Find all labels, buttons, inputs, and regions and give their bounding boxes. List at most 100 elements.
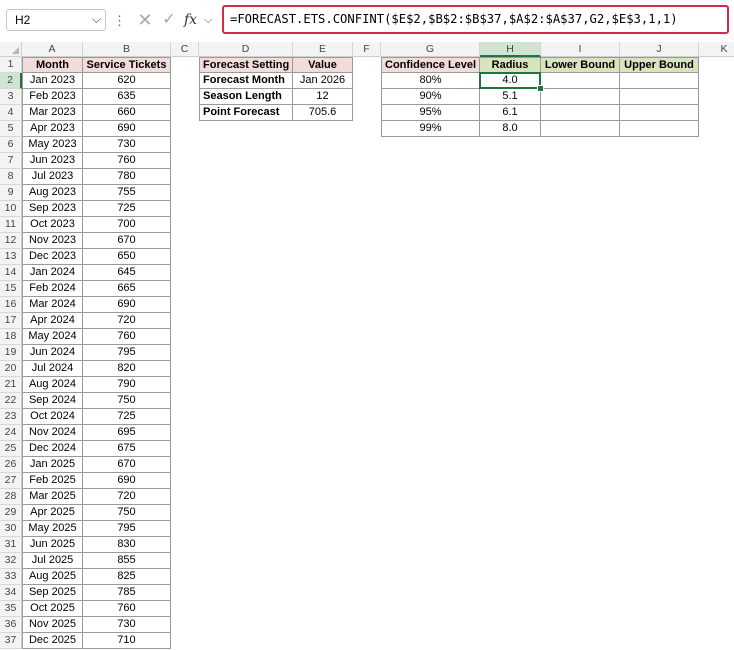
table_confint-header-0[interactable]: Confidence Level xyxy=(381,57,480,73)
select-all-button[interactable] xyxy=(0,42,22,57)
table_main-cell[interactable]: 855 xyxy=(83,553,171,569)
table_main-cell[interactable]: Jan 2025 xyxy=(22,457,83,473)
table_settings-header-1[interactable]: Value xyxy=(293,57,353,73)
table_settings-cell[interactable]: 12 xyxy=(293,89,353,105)
row-header-5[interactable]: 5 xyxy=(0,121,22,137)
row-header-28[interactable]: 28 xyxy=(0,489,22,505)
row-header-23[interactable]: 23 xyxy=(0,409,22,425)
row-header-11[interactable]: 11 xyxy=(0,217,22,233)
table_main-cell[interactable]: Jul 2024 xyxy=(22,361,83,377)
table_main-cell[interactable]: Sep 2023 xyxy=(22,201,83,217)
row-header-37[interactable]: 37 xyxy=(0,633,22,649)
table_main-cell[interactable]: 690 xyxy=(83,473,171,489)
table_main-cell[interactable]: 650 xyxy=(83,249,171,265)
table_confint-cell[interactable] xyxy=(620,105,699,121)
row-header-7[interactable]: 7 xyxy=(0,153,22,169)
row-header-1[interactable]: 1 xyxy=(0,57,22,73)
table_main-cell[interactable]: 665 xyxy=(83,281,171,297)
table_confint-cell[interactable] xyxy=(541,89,620,105)
table_confint-cell[interactable] xyxy=(541,105,620,121)
table_confint-header-1[interactable]: Radius xyxy=(480,57,541,73)
row-header-14[interactable]: 14 xyxy=(0,265,22,281)
insert-function-icon[interactable]: fx xyxy=(184,9,206,31)
column-header-k[interactable]: K xyxy=(699,42,734,57)
table_main-cell[interactable]: 675 xyxy=(83,441,171,457)
column-header-f[interactable]: F xyxy=(353,42,381,57)
more-options-icon[interactable]: ⋮ xyxy=(113,12,126,30)
table_main-cell[interactable]: 690 xyxy=(83,297,171,313)
table_main-cell[interactable]: 710 xyxy=(83,633,171,649)
row-header-18[interactable]: 18 xyxy=(0,329,22,345)
table_main-cell[interactable]: 790 xyxy=(83,377,171,393)
table_main-cell[interactable]: Apr 2025 xyxy=(22,505,83,521)
column-header-g[interactable]: G xyxy=(381,42,480,57)
table_main-cell[interactable]: Sep 2024 xyxy=(22,393,83,409)
row-header-29[interactable]: 29 xyxy=(0,505,22,521)
table_main-cell[interactable]: Mar 2023 xyxy=(22,105,83,121)
row-header-3[interactable]: 3 xyxy=(0,89,22,105)
row-header-31[interactable]: 31 xyxy=(0,537,22,553)
table_settings-header-0[interactable]: Forecast Setting xyxy=(199,57,293,73)
table_main-cell[interactable]: 730 xyxy=(83,137,171,153)
row-header-6[interactable]: 6 xyxy=(0,137,22,153)
table_main-cell[interactable]: May 2023 xyxy=(22,137,83,153)
table_main-cell[interactable]: Feb 2025 xyxy=(22,473,83,489)
row-header-17[interactable]: 17 xyxy=(0,313,22,329)
table_confint-cell[interactable]: 80% xyxy=(381,73,480,89)
table_main-cell[interactable]: Feb 2023 xyxy=(22,89,83,105)
table_confint-cell[interactable] xyxy=(620,89,699,105)
table_main-cell[interactable]: 750 xyxy=(83,505,171,521)
table_confint-cell[interactable]: 5.1 xyxy=(480,89,541,105)
column-header-c[interactable]: C xyxy=(171,42,199,57)
table_confint-cell[interactable]: 8.0 xyxy=(480,121,541,137)
table_main-cell[interactable]: Mar 2024 xyxy=(22,297,83,313)
table_main-cell[interactable]: Jun 2025 xyxy=(22,537,83,553)
chevron-down-icon[interactable]: ⌵ xyxy=(92,12,101,27)
table_confint-cell[interactable] xyxy=(541,73,620,89)
table_main-header-1[interactable]: Service Tickets xyxy=(83,57,171,73)
table_main-cell[interactable]: 620 xyxy=(83,73,171,89)
table_main-cell[interactable]: 690 xyxy=(83,121,171,137)
table_confint-cell[interactable]: 95% xyxy=(381,105,480,121)
column-header-a[interactable]: A xyxy=(22,42,83,57)
row-header-30[interactable]: 30 xyxy=(0,521,22,537)
name-box[interactable]: H2 ⌵ xyxy=(6,9,106,31)
table_main-cell[interactable]: Jan 2024 xyxy=(22,265,83,281)
table_confint-header-3[interactable]: Upper Bound xyxy=(620,57,699,73)
row-header-32[interactable]: 32 xyxy=(0,553,22,569)
row-header-2[interactable]: 2 xyxy=(0,73,22,89)
row-header-9[interactable]: 9 xyxy=(0,185,22,201)
row-header-36[interactable]: 36 xyxy=(0,617,22,633)
table_main-cell[interactable]: 695 xyxy=(83,425,171,441)
row-header-12[interactable]: 12 xyxy=(0,233,22,249)
table_main-cell[interactable]: Apr 2023 xyxy=(22,121,83,137)
row-header-25[interactable]: 25 xyxy=(0,441,22,457)
table_main-cell[interactable]: Sep 2025 xyxy=(22,585,83,601)
table_main-cell[interactable]: Jul 2025 xyxy=(22,553,83,569)
row-header-4[interactable]: 4 xyxy=(0,105,22,121)
column-header-h[interactable]: H xyxy=(480,42,541,57)
table_confint-cell[interactable]: 90% xyxy=(381,89,480,105)
table_main-cell[interactable]: May 2024 xyxy=(22,329,83,345)
table_confint-cell[interactable]: 6.1 xyxy=(480,105,541,121)
table_settings-cell[interactable]: 705.6 xyxy=(293,105,353,121)
table_main-cell[interactable]: 700 xyxy=(83,217,171,233)
table_main-cell[interactable]: Feb 2024 xyxy=(22,281,83,297)
table_main-cell[interactable]: 780 xyxy=(83,169,171,185)
table_main-cell[interactable]: Aug 2025 xyxy=(22,569,83,585)
table_confint-cell[interactable] xyxy=(541,121,620,137)
column-header-b[interactable]: B xyxy=(83,42,171,57)
table_main-cell[interactable]: 730 xyxy=(83,617,171,633)
table_confint-cell[interactable] xyxy=(620,121,699,137)
spreadsheet-grid[interactable]: A B C D E F G H I J K 1 2 3 4 5 6 7 8 9 10 11 12 13 14 15 16 17 18 19… xyxy=(0,42,734,650)
column-header-j[interactable]: J xyxy=(620,42,699,57)
row-header-10[interactable]: 10 xyxy=(0,201,22,217)
table_main-cell[interactable]: Dec 2023 xyxy=(22,249,83,265)
table_settings-cell[interactable]: Point Forecast xyxy=(199,105,293,121)
table_main-header-0[interactable]: Month xyxy=(22,57,83,73)
table_main-cell[interactable]: 725 xyxy=(83,201,171,217)
row-header-13[interactable]: 13 xyxy=(0,249,22,265)
row-header-22[interactable]: 22 xyxy=(0,393,22,409)
table_main-cell[interactable]: 795 xyxy=(83,345,171,361)
formula-input[interactable]: =FORECAST.ETS.CONFINT($E$2,$B$2:$B$37,$A… xyxy=(222,5,729,34)
